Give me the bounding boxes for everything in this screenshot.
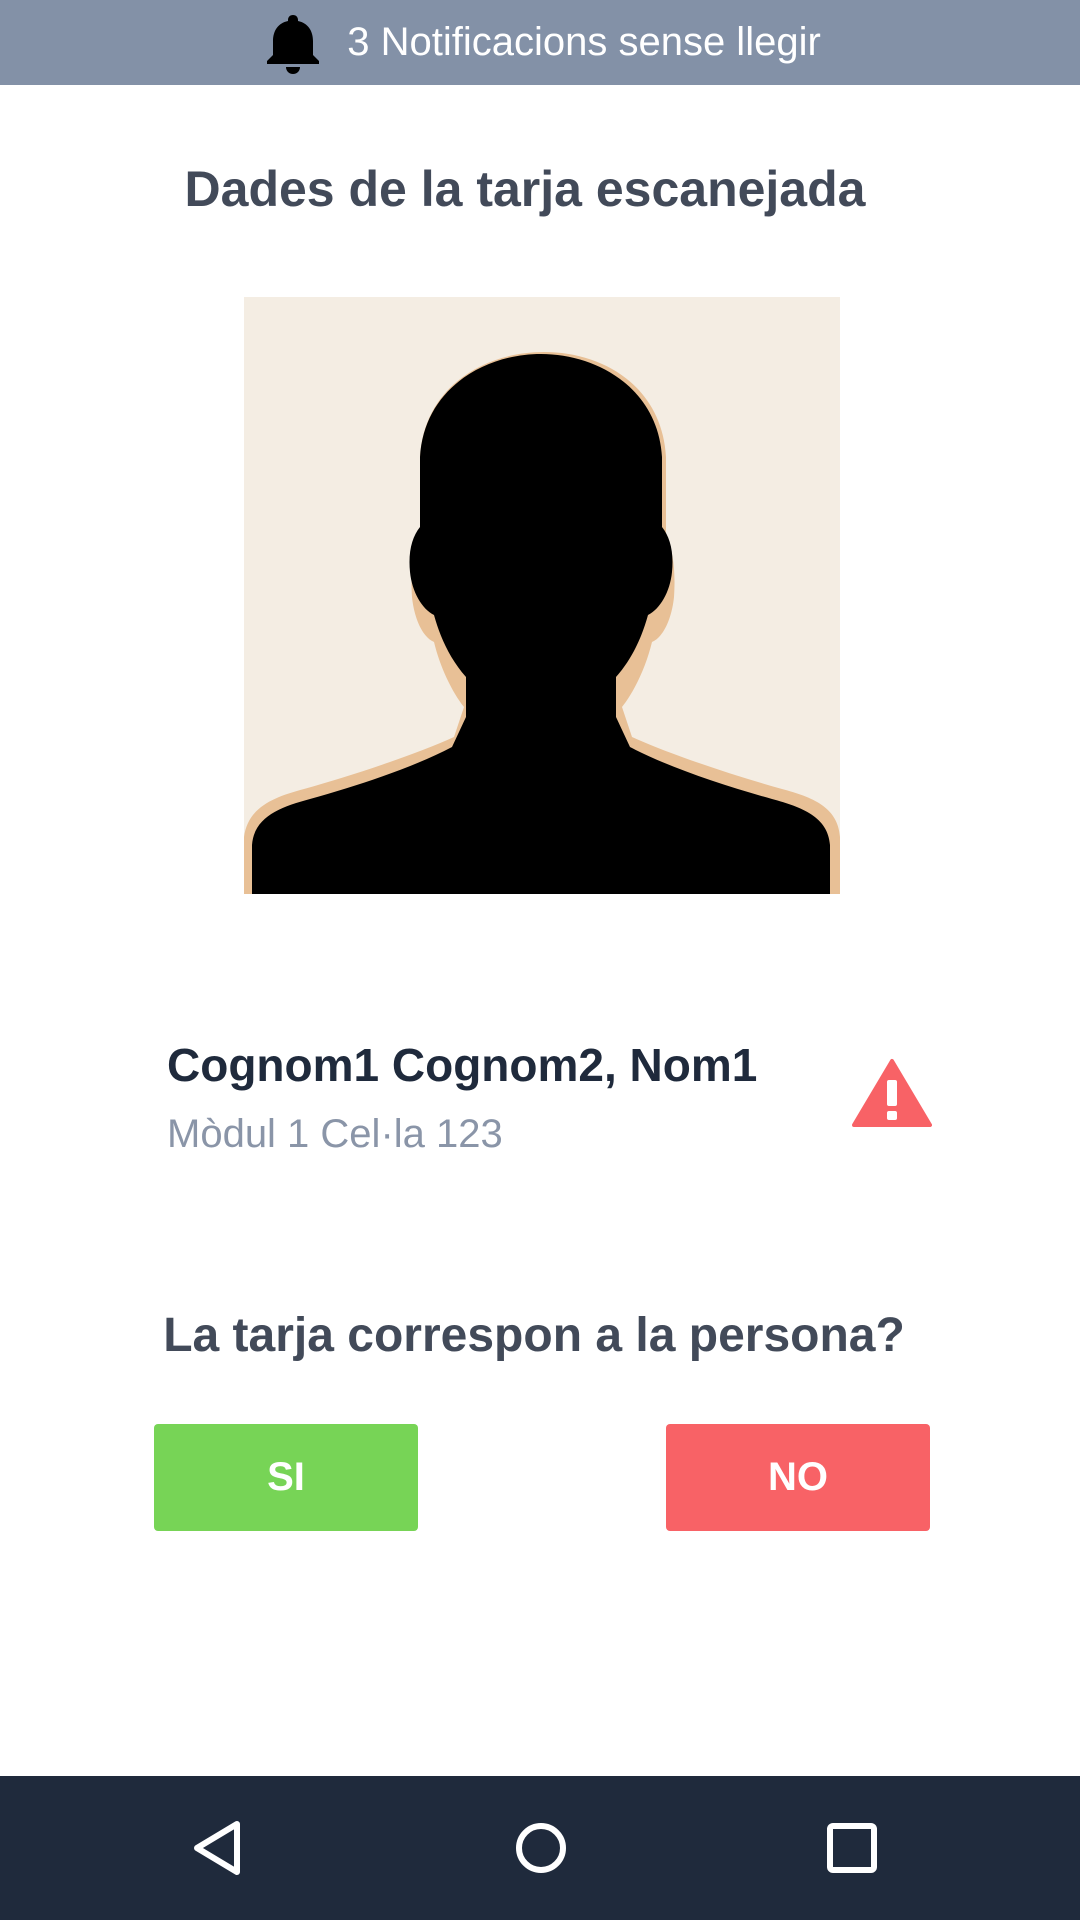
screen: 3 Notificacions sense llegir Dades de la… [0,0,1080,1920]
confirmation-question: La tarja correspon a la persona? [163,1309,905,1362]
bell-icon [259,9,327,77]
person-location: Mòdul 1 Cel·la 123 [167,1112,503,1156]
avatar-silhouette [244,352,840,894]
back-triangle-icon[interactable] [187,1818,247,1878]
notification-text: 3 Notificacions sense llegir [347,20,821,64]
page-title: Dades de la tarja escanejada [184,161,866,217]
no-button[interactable]: NO [666,1424,930,1531]
navigation-bar [0,1776,1080,1920]
notification-bar[interactable]: 3 Notificacions sense llegir [0,0,1080,85]
home-circle-icon[interactable] [511,1818,571,1878]
yes-button[interactable]: SI [154,1424,418,1531]
warning-icon [852,1058,932,1128]
person-name: Cognom1 Cognom2, Nom1 [167,1039,758,1091]
person-photo [244,297,840,894]
recent-apps-square-icon[interactable] [822,1818,882,1878]
